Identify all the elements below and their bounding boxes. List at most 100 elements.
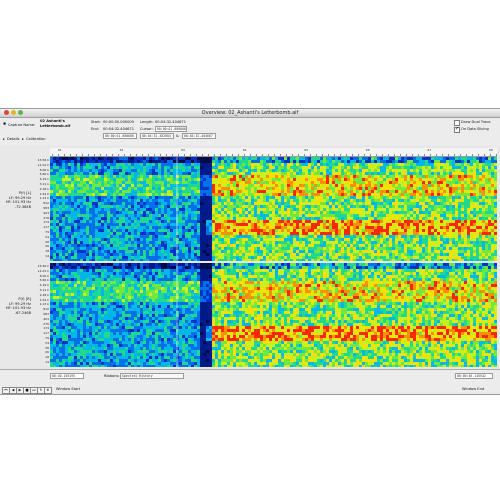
details-disclosure-icon[interactable]: ▸ (3, 137, 5, 141)
spectrogram-cell (455, 211, 458, 214)
spectrogram-cell (218, 217, 221, 220)
spectrogram-cell (338, 160, 341, 163)
spectrogram-cell (233, 169, 236, 172)
window-start-field[interactable]: 00:00:01.000000 (103, 133, 137, 139)
spectrogram-cell (395, 166, 398, 169)
spectrogram-cell (269, 169, 272, 172)
spectrogram-cell (128, 208, 131, 211)
on-data-slicing-checkbox[interactable] (454, 127, 460, 133)
spectrogram-cell (152, 175, 155, 178)
spectrogram-cell (401, 256, 404, 259)
spectrogram-cell (116, 235, 119, 238)
spectrogram-cell (131, 208, 134, 211)
spectrogram-cell (95, 163, 98, 166)
spectrogram-cell (164, 202, 167, 205)
spectrogram-cell (50, 232, 53, 235)
spectrogram-cell (149, 259, 152, 261)
spectrogram-cell (404, 181, 407, 184)
spectrogram-cell (152, 190, 155, 193)
spectrogram-cell (344, 214, 347, 217)
spectrogram-cell (281, 160, 284, 163)
spectrogram-cell (290, 238, 293, 241)
spectrogram-cell (191, 256, 194, 259)
spectrogram-cell (260, 247, 263, 250)
spectrogram-cell (431, 193, 434, 196)
spectrogram-cell (296, 208, 299, 211)
spectrogram-cell (395, 235, 398, 238)
spectrogram-cell (317, 223, 320, 226)
calibration-label[interactable]: Calibration (26, 137, 46, 141)
spectrogram-cell (128, 238, 131, 241)
time-ruler[interactable]: 61 62 63 64 65 66 67 68 (50, 148, 497, 157)
spectrogram-cell (341, 175, 344, 178)
spectrogram-cell (398, 226, 401, 229)
spectrogram-cell (443, 250, 446, 253)
spectrogram-cell (461, 190, 464, 193)
spectrogram-cell (464, 190, 467, 193)
spectrogram-cell (446, 175, 449, 178)
spectrogram-cell (401, 208, 404, 211)
spectrogram-cell (110, 223, 113, 226)
spectrogram-cell (389, 247, 392, 250)
spectrogram-cell (209, 235, 212, 238)
spectrogram-cell (59, 166, 62, 169)
spectrogram-cell (203, 172, 206, 175)
spectrogram-cell (422, 211, 425, 214)
details-label[interactable]: Details (7, 137, 19, 141)
spectrogram-cell (266, 196, 269, 199)
spectrogram-cell (419, 208, 422, 211)
cursor-field[interactable]: 00:00:01.000000 (155, 126, 187, 132)
spectrogram-cell (188, 190, 191, 193)
spectrogram-cell (80, 175, 83, 178)
spectrogram-cell (407, 232, 410, 235)
spectrogram-cell (356, 241, 359, 244)
spectrogram-cell (422, 181, 425, 184)
spectrogram-cell (329, 205, 332, 208)
spectrogram-cell (71, 199, 74, 202)
spectrogram-cell (344, 247, 347, 250)
spectrogram-cell (458, 256, 461, 259)
spectrogram-cell (206, 157, 209, 160)
spectrogram-cell (206, 220, 209, 223)
spectrogram-cell (392, 196, 395, 199)
calibration-disclosure-icon[interactable]: ▸ (22, 137, 24, 141)
spectrogram-cell (269, 172, 272, 175)
spectrogram-cell (323, 226, 326, 229)
spectrogram-cell (62, 238, 65, 241)
spectrogram-cell (149, 244, 152, 247)
spectrogram-cell (329, 214, 332, 217)
spectrogram-cell (275, 178, 278, 181)
spectrogram-cell (62, 217, 65, 220)
spectrogram-cell (275, 220, 278, 223)
spectrogram-cell (140, 184, 143, 187)
spectrogram-cell (407, 184, 410, 187)
spectrogram-cell (140, 220, 143, 223)
spectrogram-cell (260, 160, 263, 163)
spectrogram-cell (212, 229, 215, 232)
spectrogram-left[interactable] (50, 157, 497, 261)
spectrogram-cell (140, 259, 143, 261)
spectrogram-cell (296, 172, 299, 175)
spectrogram-cell (362, 196, 365, 199)
window-length-field[interactable]: 00:04:32.404667 (182, 133, 216, 139)
spectrogram-cell (149, 214, 152, 217)
spectrogram-cell (365, 223, 368, 226)
spectrogram-cell (263, 235, 266, 238)
spectrogram-cell (230, 235, 233, 238)
spectrogram-cell (290, 259, 293, 261)
spectrogram-cell (104, 205, 107, 208)
spectrogram-cell (185, 220, 188, 223)
spectrogram-cell (434, 235, 437, 238)
spectrogram-cell (65, 181, 68, 184)
spectrogram-cell (83, 250, 86, 253)
spectrogram-cell (317, 157, 320, 160)
spectrogram-cell (425, 232, 428, 235)
spectrogram-cell (278, 175, 281, 178)
spectrogram-cell (131, 241, 134, 244)
spectrogram-cell (314, 196, 317, 199)
spectrogram-cell (110, 163, 113, 166)
spectrogram-cell (107, 229, 110, 232)
spectrogram-cell (56, 202, 59, 205)
spectrogram-cell (266, 220, 269, 223)
window-end-field[interactable]: 00:04:32.402004 (140, 133, 174, 139)
